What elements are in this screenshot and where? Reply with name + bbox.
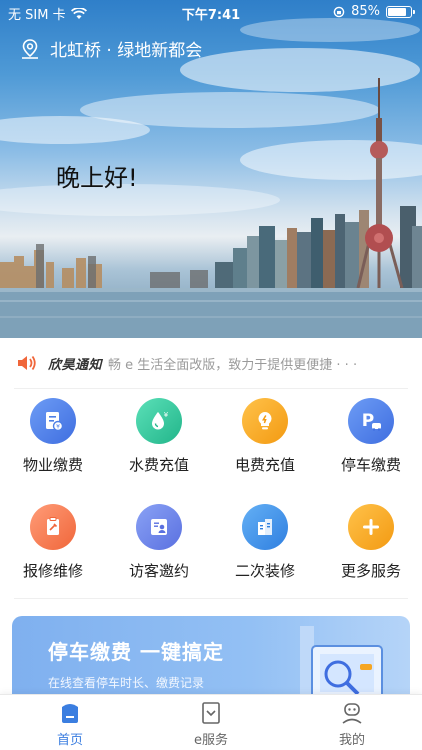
service-parking[interactable]: P 停车缴费: [318, 398, 422, 475]
tab-e-service[interactable]: e服务: [141, 701, 281, 748]
service-label: 电费充值: [234, 456, 295, 474]
service-label: 二次装修: [234, 562, 295, 580]
location-selector[interactable]: 北虹桥 · 绿地新都会: [20, 36, 202, 61]
svg-text:¥: ¥: [56, 424, 60, 431]
property-bill-icon: ¥: [30, 398, 76, 444]
building-icon: [242, 504, 288, 550]
notice-tag: 欣昊通知: [48, 357, 103, 373]
location-name: 北虹桥 · 绿地新都会: [50, 41, 203, 61]
status-right: 85%: [333, 4, 415, 19]
greeting-text: 晚上好!: [56, 164, 138, 192]
service-label: 更多服务: [340, 562, 401, 580]
service-label: 访客邀约: [128, 562, 189, 580]
home-icon: [62, 704, 78, 723]
parking-icon: P: [348, 398, 394, 444]
tab-label: e服务: [194, 733, 228, 748]
visitor-card-icon: [136, 504, 182, 550]
tab-label: 我的: [338, 733, 365, 748]
banner-title: 停车缴费 一键搞定: [48, 640, 224, 664]
divider: [14, 598, 408, 599]
repair-clipboard-icon: [30, 504, 76, 550]
tab-profile[interactable]: 我的: [282, 701, 422, 748]
plus-icon: [348, 504, 394, 550]
service-visitor[interactable]: 访客邀约: [106, 504, 212, 581]
service-label: 报修维修: [22, 562, 83, 580]
service-renovation[interactable]: 二次装修: [212, 504, 318, 581]
lightbulb-icon: [242, 398, 288, 444]
service-icon: [202, 702, 220, 724]
service-label: 水费充值: [128, 456, 189, 474]
svg-text:¥: ¥: [164, 411, 169, 419]
battery-percent: 85%: [351, 4, 380, 19]
service-electricity[interactable]: 电费充值: [212, 398, 318, 475]
tab-label: 首页: [56, 733, 83, 748]
service-more[interactable]: 更多服务: [318, 504, 422, 581]
speaker-icon: [18, 355, 36, 371]
service-label: 物业缴费: [22, 456, 83, 474]
tab-home[interactable]: 首页: [0, 701, 140, 748]
notice-bar[interactable]: 欣昊通知 畅 e 生活全面改版，致力于提供更便捷 · · ·: [0, 338, 422, 388]
battery-icon: [386, 5, 415, 18]
service-label: 停车缴费: [340, 456, 401, 474]
service-property-bill[interactable]: ¥ 物业缴费: [0, 398, 106, 475]
location-pin-icon: [22, 38, 38, 59]
service-water[interactable]: ¥ 水费充值: [106, 398, 212, 475]
banner-subtitle: 在线查看停车时长、缴费记录: [48, 676, 205, 690]
water-drop-icon: ¥: [136, 398, 182, 444]
service-repair[interactable]: 报修维修: [0, 504, 106, 581]
orientation-lock-icon: [333, 6, 345, 17]
tab-bar: 首页 e服务 我的: [0, 694, 422, 750]
divider: [14, 388, 408, 389]
notice-text: 畅 e 生活全面改版，致力于提供更便捷 · · ·: [108, 357, 358, 373]
status-bar: 无 SIM 卡 下午7:41 85%: [0, 0, 422, 24]
profile-icon: [342, 703, 362, 724]
battery-fill: [388, 7, 406, 16]
